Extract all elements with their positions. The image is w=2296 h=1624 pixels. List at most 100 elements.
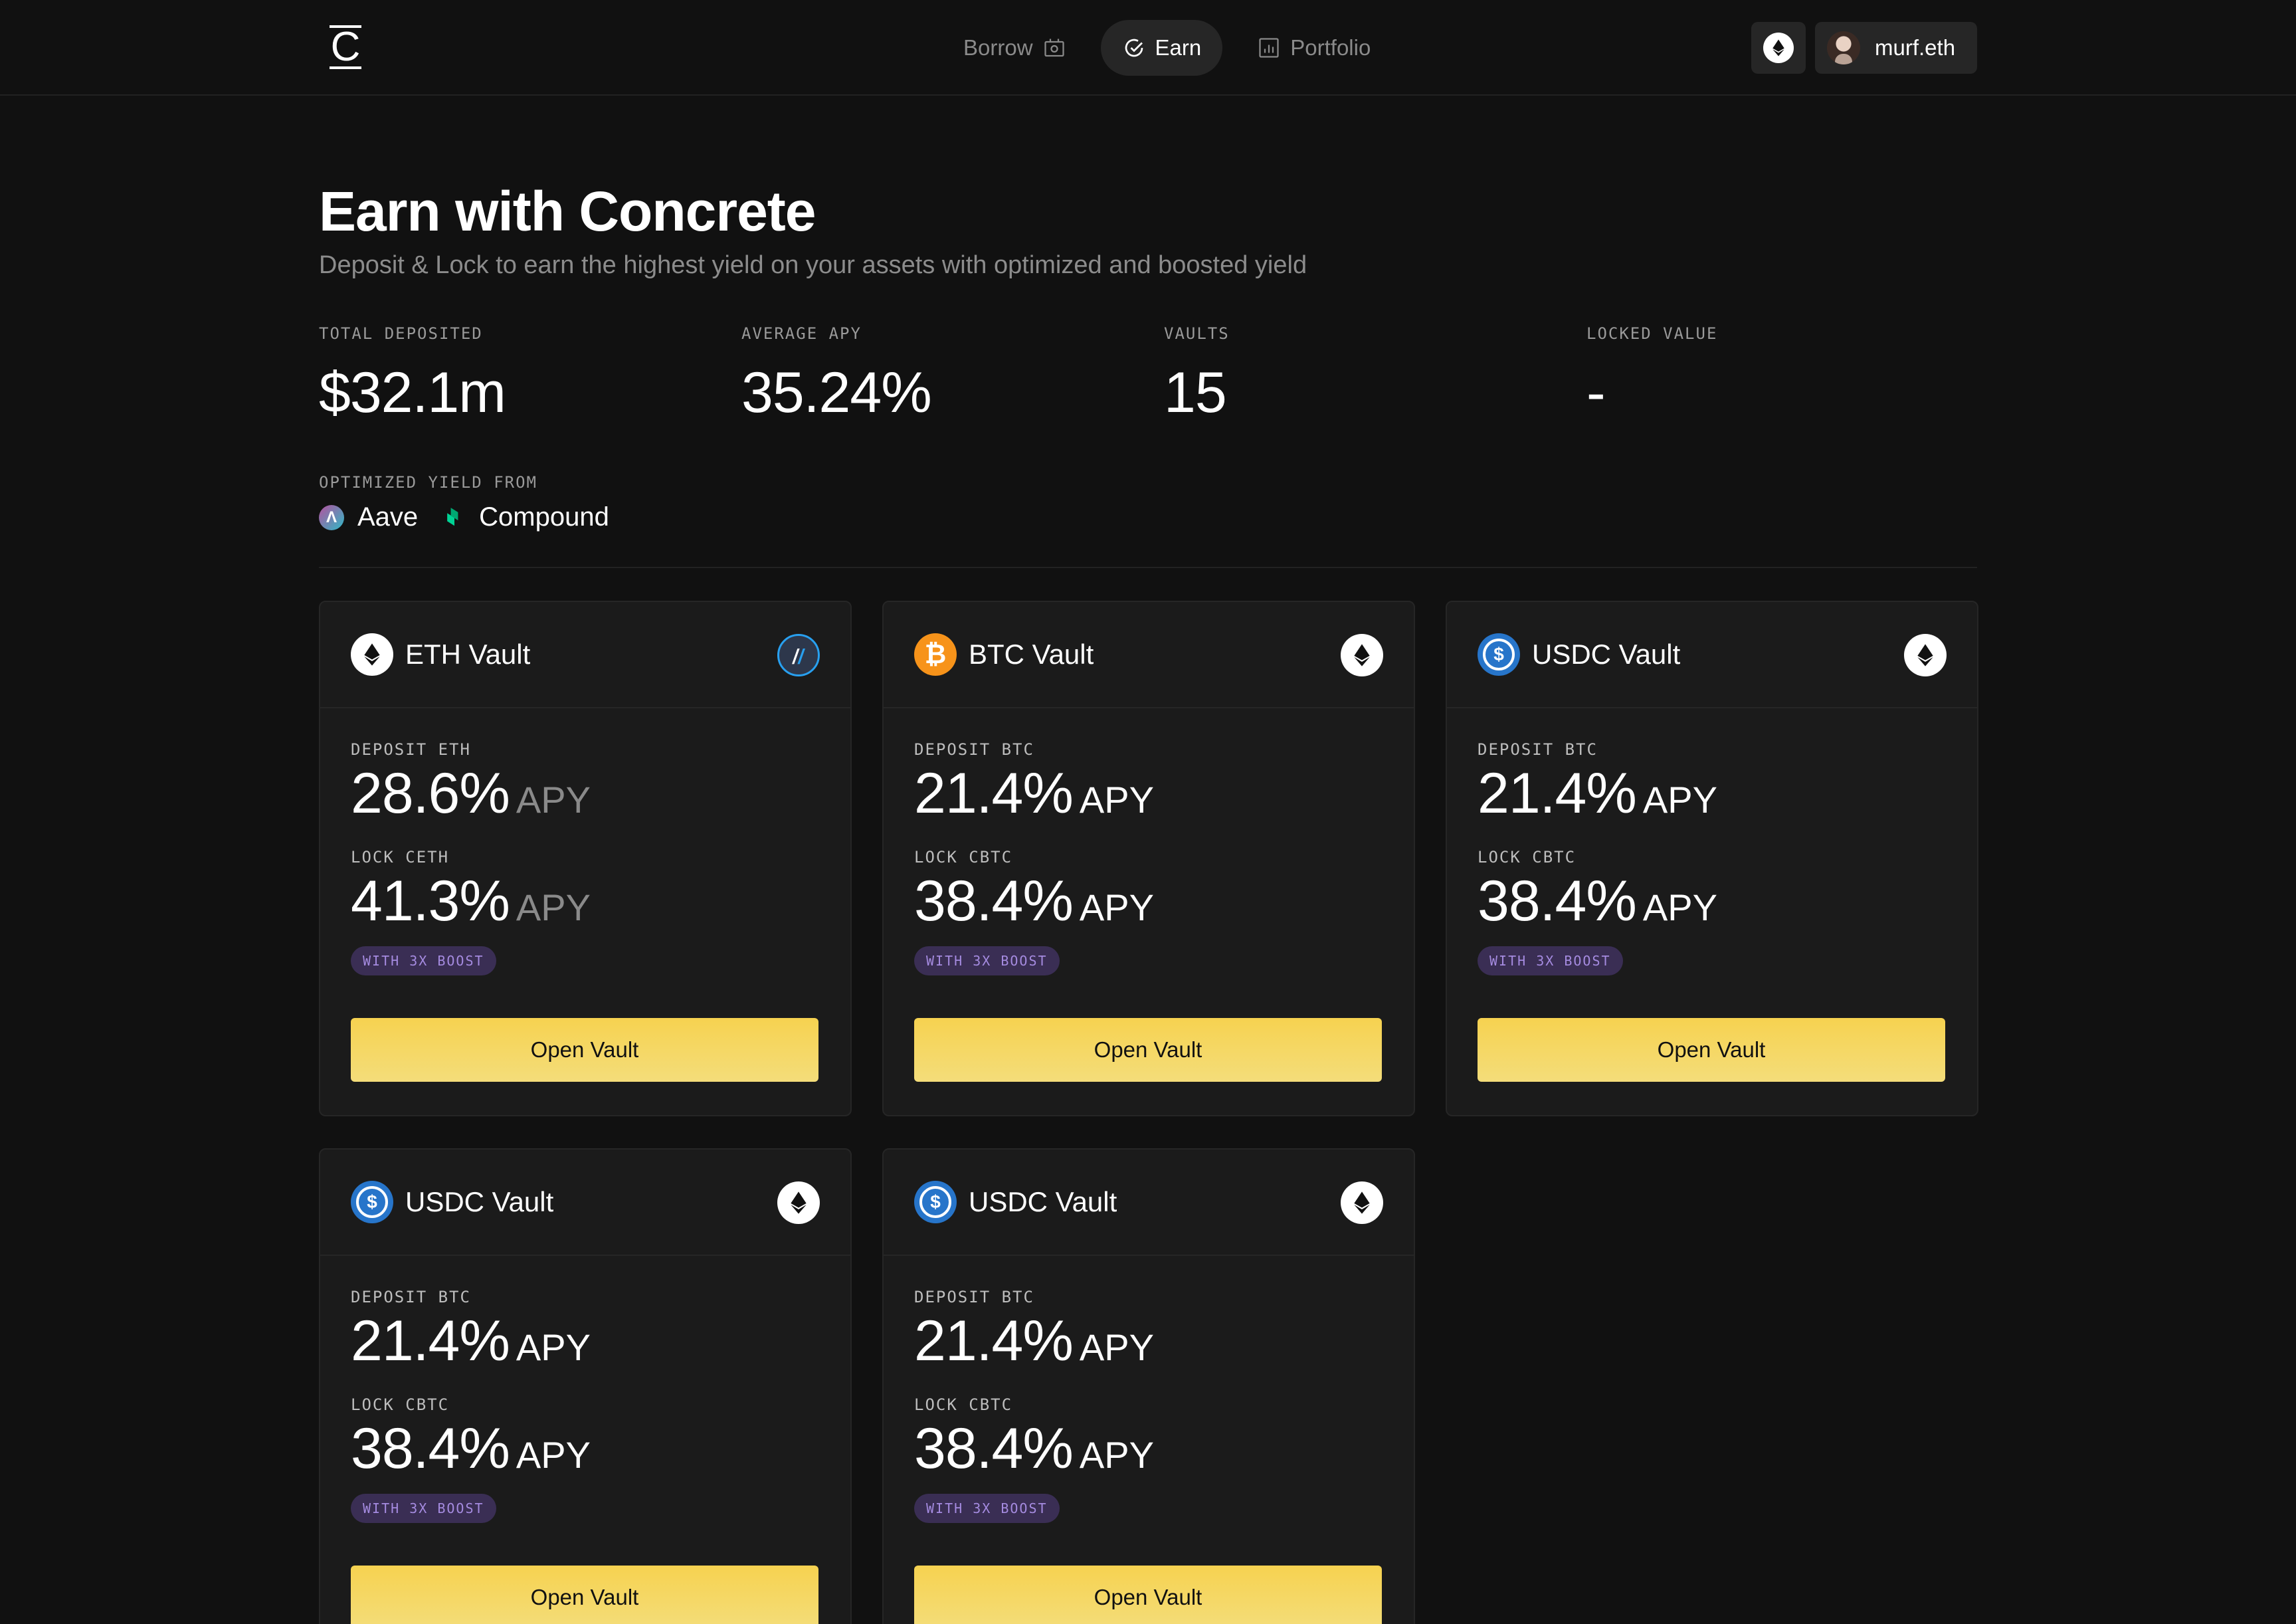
username: murf.eth <box>1875 35 1956 60</box>
stat-vaults: VAULTS 15 <box>1164 324 1230 426</box>
stat-value: - <box>1586 361 1606 425</box>
vault-name: USDC Vault <box>1532 639 1681 670</box>
ethereum-icon <box>1904 634 1947 676</box>
deposit-label: DEPOSIT ETH <box>351 740 471 759</box>
vault-card: ETH Vault DEPOSIT ETH 28.6% APY LOCK CETH 41.… <box>319 601 852 1116</box>
lock-label: LOCK CBTC <box>914 848 1013 866</box>
deposit-label: DEPOSIT BTC <box>1478 740 1598 759</box>
page-subtitle: Deposit & Lock to earn the highest yield… <box>319 251 1307 279</box>
ethereum-icon <box>351 633 393 676</box>
apy-label: APY <box>516 1434 591 1476</box>
nav-earn-label: Earn <box>1155 35 1202 60</box>
compound-icon <box>447 507 458 526</box>
stat-average-apy: AVERAGE APY 35.24% <box>741 324 932 426</box>
vault-card: ₿ BTC Vault DEPOSIT BTC 21.4% APY LOCK CBTC 38… <box>882 601 1415 1116</box>
open-vault-button[interactable]: Open Vault <box>351 1018 818 1082</box>
boost-badge: WITH 3X BOOST <box>351 1494 496 1523</box>
deposit-apy: 21.4% APY <box>1478 761 1947 832</box>
boost-badge: WITH 3X BOOST <box>1478 946 1623 975</box>
lock-rate: 38.4% <box>351 1417 510 1480</box>
open-vault-button[interactable]: Open Vault <box>914 1566 1382 1624</box>
provider-compound: Compound <box>443 502 609 532</box>
apy-label: APY <box>1079 1326 1154 1368</box>
vault-card-body: DEPOSIT BTC 21.4% APY LOCK CBTC 38.4% APY WITH… <box>1447 740 1977 1082</box>
lock-apy: 41.3% APY <box>351 869 820 940</box>
earn-icon <box>1125 39 1143 57</box>
vault-name: BTC Vault <box>969 639 1094 670</box>
vault-card-header: ETH Vault <box>320 602 850 708</box>
avatar <box>1827 31 1860 64</box>
open-vault-button[interactable]: Open Vault <box>351 1566 818 1624</box>
deposit-rate: 21.4% <box>914 761 1074 825</box>
open-vault-button[interactable]: Open Vault <box>1478 1018 1945 1082</box>
boost-badge: WITH 3X BOOST <box>914 1494 1060 1523</box>
lock-rate: 41.3% <box>351 869 510 933</box>
vault-card-body: DEPOSIT BTC 21.4% APY LOCK CBTC 38.4% APY WITH… <box>320 1288 850 1624</box>
vault-name: USDC Vault <box>969 1186 1117 1217</box>
deposit-rate: 21.4% <box>1478 761 1637 825</box>
deposit-rate: 21.4% <box>351 1309 510 1373</box>
network-selector[interactable] <box>1751 22 1806 74</box>
apy-label: APY <box>1079 1434 1154 1476</box>
nav-links: Borrow Earn Portfolio <box>942 20 1392 76</box>
stat-label: AVERAGE APY <box>741 324 862 343</box>
stat-label: VAULTS <box>1164 324 1230 343</box>
vault-name: ETH Vault <box>405 639 531 670</box>
nav-borrow-label: Borrow <box>963 35 1033 60</box>
lock-rate: 38.4% <box>914 1417 1074 1480</box>
page-title: Earn with Concrete <box>319 180 816 243</box>
lock-rate: 38.4% <box>1478 869 1637 933</box>
boost-badge: WITH 3X BOOST <box>914 946 1060 975</box>
nav-portfolio[interactable]: Portfolio <box>1236 20 1392 76</box>
stat-value: 15 <box>1164 361 1227 425</box>
apy-label: APY <box>1079 886 1154 928</box>
open-vault-button[interactable]: Open Vault <box>914 1018 1382 1082</box>
boost-badge: WITH 3X BOOST <box>351 946 496 975</box>
provider-name: Aave <box>357 502 419 532</box>
vault-card: $ USDC Vault DEPOSIT BTC 21.4% APY LOCK CBTC 3… <box>882 1148 1415 1624</box>
lock-label: LOCK CBTC <box>351 1395 450 1414</box>
usdc-icon: $ <box>1478 633 1520 676</box>
concrete-logo[interactable]: C <box>330 25 361 69</box>
stat-value: $32.1m <box>319 361 506 425</box>
stat-locked-value: LOCKED VALUE - <box>1586 324 1717 426</box>
apy-label: APY <box>1642 886 1717 928</box>
lock-label: LOCK CBTC <box>914 1395 1013 1414</box>
account-button[interactable]: murf.eth <box>1815 22 1977 74</box>
nav-portfolio-label: Portfolio <box>1290 35 1371 60</box>
provider-name: Compound <box>479 502 609 532</box>
apy-label: APY <box>516 886 591 928</box>
apy-label: APY <box>516 779 591 821</box>
stat-total-deposited: TOTAL DEPOSITED $32.1m <box>319 324 506 426</box>
lock-label: LOCK CETH <box>351 848 450 866</box>
deposit-apy: 21.4% APY <box>351 1309 820 1379</box>
deposit-label: DEPOSIT BTC <box>914 740 1034 759</box>
yield-label: OPTIMIZED YIELD FROM <box>319 473 537 492</box>
section-divider <box>319 567 1977 568</box>
nav-earn[interactable]: Earn <box>1100 20 1223 76</box>
vault-card-header: $ USDC Vault <box>320 1150 850 1256</box>
aave-icon: Λ <box>319 504 344 530</box>
lock-label: LOCK CBTC <box>1478 848 1577 866</box>
vault-card: $ USDC Vault DEPOSIT BTC 21.4% APY LOCK CBTC 3… <box>319 1148 852 1624</box>
ethereum-icon <box>777 1181 820 1224</box>
lock-apy: 38.4% APY <box>351 1417 820 1487</box>
usdc-icon: $ <box>351 1181 393 1223</box>
vault-card-body: DEPOSIT BTC 21.4% APY LOCK CBTC 38.4% APY WITH… <box>884 1288 1414 1624</box>
stat-label: TOTAL DEPOSITED <box>319 324 483 343</box>
deposit-rate: 28.6% <box>351 761 510 825</box>
stat-value: 35.24% <box>741 361 932 425</box>
deposit-label: DEPOSIT BTC <box>914 1288 1034 1306</box>
ethereum-icon <box>1763 33 1794 63</box>
portfolio-icon <box>1259 38 1279 58</box>
apy-label: APY <box>1642 779 1717 821</box>
ethereum-icon <box>1341 1181 1383 1224</box>
vault-card-body: DEPOSIT ETH 28.6% APY LOCK CETH 41.3% APY WITH… <box>320 740 850 1082</box>
vault-card-header: $ USDC Vault <box>1447 602 1977 708</box>
nav-borrow[interactable]: Borrow <box>942 20 1088 76</box>
provider-aave: Λ Aave <box>319 502 418 532</box>
deposit-apy: 21.4% APY <box>914 761 1383 832</box>
vault-card: $ USDC Vault DEPOSIT BTC 21.4% APY LOCK CBTC 3… <box>1446 601 1978 1116</box>
ethereum-icon <box>1341 634 1383 676</box>
vault-card-header: $ USDC Vault <box>884 1150 1414 1256</box>
